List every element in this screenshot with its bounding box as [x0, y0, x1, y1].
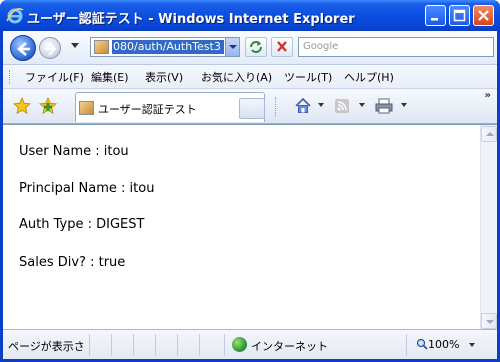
- zoom-dropdown-icon[interactable]: [469, 343, 475, 347]
- status-divider: [133, 334, 134, 356]
- search-placeholder: Google: [303, 41, 339, 52]
- toolbar-grip[interactable]: [9, 70, 11, 84]
- add-favorites-icon[interactable]: [39, 97, 57, 115]
- page-favicon-icon: [94, 40, 109, 54]
- address-dropdown-button[interactable]: [225, 38, 239, 56]
- back-button[interactable]: [10, 35, 36, 61]
- zoom-magnifier-icon[interactable]: [416, 338, 428, 350]
- menu-favorites[interactable]: お気に入り(A): [201, 69, 272, 85]
- address-input[interactable]: 080/auth/AuthTest3: [90, 37, 240, 57]
- menu-edit[interactable]: 編集(E): [91, 69, 129, 85]
- address-toolbar: 080/auth/AuthTest3 Google: [3, 31, 497, 65]
- vertical-scrollbar[interactable]: [480, 125, 497, 330]
- zone-label[interactable]: インターネット: [251, 338, 328, 354]
- tab-current[interactable]: ユーザー認証テスト: [75, 92, 265, 122]
- address-url[interactable]: 080/auth/AuthTest3: [112, 40, 224, 54]
- status-divider: [155, 334, 156, 356]
- status-bar: ページが表示さ インターネット 100%: [3, 329, 497, 359]
- close-icon: [478, 10, 489, 21]
- toolbar-separator: [275, 97, 276, 117]
- window-title: ユーザー認証テスト - Windows Internet Explorer: [27, 12, 355, 27]
- maximize-icon: [453, 9, 466, 22]
- status-divider: [111, 334, 112, 356]
- favorites-star-icon[interactable]: [13, 97, 31, 115]
- forward-arrow-icon: [45, 42, 57, 56]
- title-bar[interactable]: ユーザー認証テスト - Windows Internet Explorer: [0, 0, 500, 31]
- menu-file[interactable]: ファイル(F): [25, 69, 84, 85]
- menu-view[interactable]: 表示(V): [145, 69, 183, 85]
- maximize-button[interactable]: [449, 5, 470, 26]
- user-name-line: User Name : itou: [19, 144, 129, 159]
- tab-command-bar: ユーザー認証テスト »: [3, 89, 497, 124]
- stop-icon: [277, 41, 287, 52]
- search-input[interactable]: Google: [298, 37, 494, 57]
- status-divider: [177, 334, 178, 356]
- toolbar-overflow-icon[interactable]: »: [485, 90, 491, 101]
- minimize-icon: [431, 18, 438, 21]
- minimize-button[interactable]: [425, 5, 446, 26]
- close-button[interactable]: [473, 5, 494, 26]
- scroll-up-button[interactable]: [481, 126, 497, 142]
- status-text: ページが表示さ: [8, 340, 85, 353]
- new-tab-button[interactable]: [239, 98, 265, 119]
- forward-button[interactable]: [39, 37, 61, 59]
- sales-div-line: Sales Div? : true: [19, 255, 126, 270]
- feeds-dropdown-icon[interactable]: [359, 103, 365, 107]
- zoom-level[interactable]: 100%: [428, 338, 459, 351]
- status-divider: [406, 334, 407, 356]
- status-divider: [199, 334, 200, 356]
- feeds-icon[interactable]: [333, 97, 351, 115]
- status-divider: [89, 334, 90, 356]
- back-arrow-icon: [17, 42, 30, 56]
- principal-name-line: Principal Name : itou: [19, 181, 155, 196]
- print-dropdown-icon[interactable]: [401, 103, 407, 107]
- menu-bar: ファイル(F) 編集(E) 表示(V) お気に入り(A) ツール(T) ヘルプ(…: [3, 65, 497, 89]
- home-icon[interactable]: [294, 97, 312, 115]
- stop-button[interactable]: [271, 37, 293, 57]
- refresh-button[interactable]: [245, 37, 267, 57]
- menu-help[interactable]: ヘルプ(H): [344, 69, 394, 85]
- ie-logo-icon: [6, 8, 24, 24]
- internet-zone-globe-icon[interactable]: [232, 337, 247, 352]
- menu-tools[interactable]: ツール(T): [284, 69, 332, 85]
- print-icon[interactable]: [374, 97, 394, 115]
- auth-type-line: Auth Type : DIGEST: [19, 217, 145, 232]
- recent-pages-dropdown-icon[interactable]: [71, 43, 79, 48]
- tab-label: ユーザー認証テスト: [98, 103, 197, 116]
- tab-favicon-icon: [79, 101, 94, 115]
- status-divider: [224, 334, 225, 356]
- home-dropdown-icon[interactable]: [318, 103, 324, 107]
- refresh-icon: [250, 41, 262, 53]
- page-content: User Name : itou Principal Name : itou A…: [3, 124, 497, 330]
- ie-window: ユーザー認証テスト - Windows Internet Explorer 08…: [0, 0, 500, 362]
- scroll-down-button[interactable]: [481, 313, 497, 329]
